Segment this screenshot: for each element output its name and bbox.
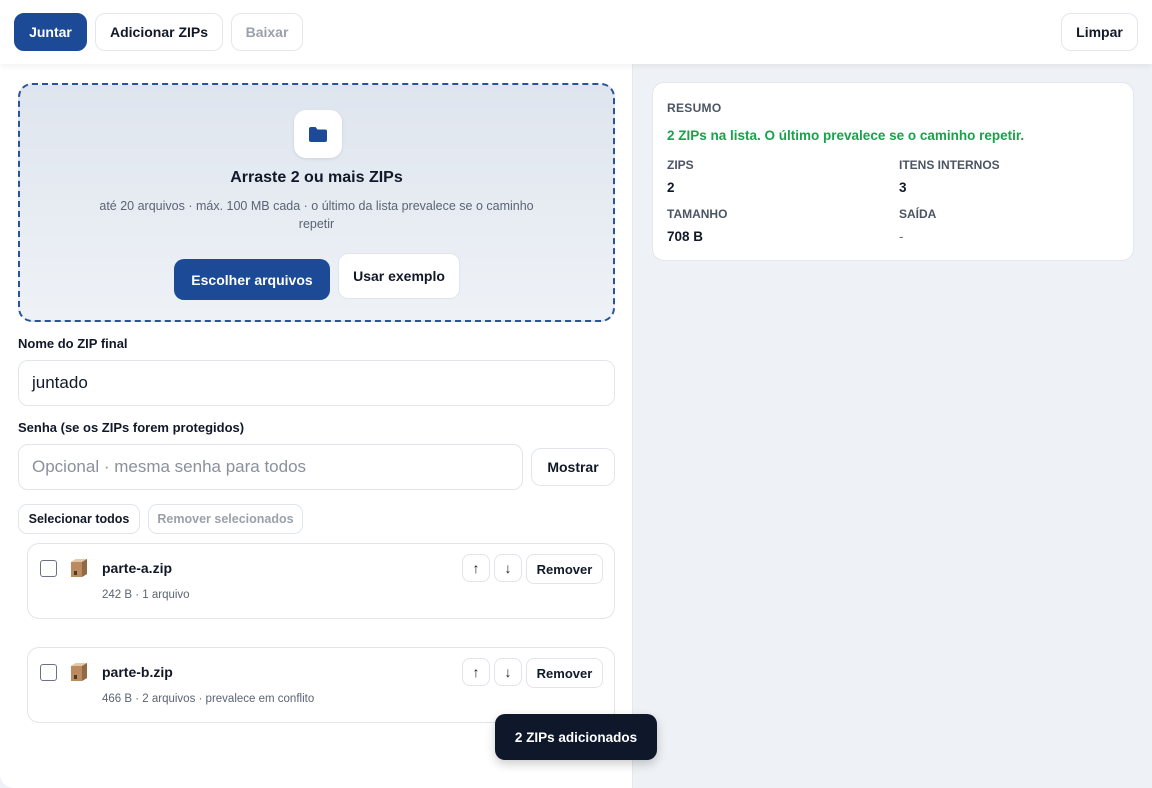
file-row: parte-a.zip 242 B · 1 arquivo ↑ ↓ Remove… — [27, 543, 615, 619]
remove-file-button[interactable]: Remover — [526, 554, 603, 584]
dropzone-title: Arraste 2 ou mais ZIPs — [230, 169, 403, 186]
file-meta: 466 B · 2 arquivos · prevalece em confli… — [102, 693, 315, 705]
remove-file-button[interactable]: Remover — [526, 658, 603, 688]
output-value: - — [899, 229, 904, 244]
move-up-button[interactable]: ↑ — [462, 554, 490, 582]
download-button[interactable]: Baixar — [231, 13, 303, 51]
folder-icon-box — [294, 110, 342, 158]
clear-button[interactable]: Limpar — [1061, 13, 1138, 51]
output-name-input[interactable]: juntado — [18, 360, 615, 406]
output-name-label: Nome do ZIP final — [18, 336, 128, 351]
merge-button[interactable]: Juntar — [14, 13, 87, 51]
file-name: parte-a.zip — [102, 560, 173, 576]
right-panel: RESUMO 2 ZIPs na lista. O último prevale… — [633, 64, 1152, 788]
file-checkbox[interactable] — [40, 664, 57, 681]
dropzone[interactable]: Arraste 2 ou mais ZIPs até 20 arquivos ·… — [18, 83, 615, 322]
move-down-button[interactable]: ↓ — [494, 658, 522, 686]
use-example-button[interactable]: Usar exemplo — [338, 253, 460, 299]
folder-icon — [309, 126, 327, 142]
output-label: SAÍDA — [899, 207, 937, 221]
password-label: Senha (se os ZIPs forem protegidos) — [18, 420, 245, 435]
left-panel: Arraste 2 ou mais ZIPs até 20 arquivos ·… — [0, 64, 633, 788]
summary-status: 2 ZIPs na lista. O último prevalece se o… — [667, 128, 1025, 143]
zip-box-icon — [71, 663, 87, 681]
move-down-button[interactable]: ↓ — [494, 554, 522, 582]
zips-count-label: ZIPS — [667, 158, 694, 172]
zip-box-icon — [71, 559, 87, 577]
select-all-button[interactable]: Selecionar todos — [18, 504, 140, 534]
file-row: parte-b.zip 466 B · 2 arquivos · prevale… — [27, 647, 615, 723]
size-value: 708 B — [667, 229, 704, 244]
summary-heading: RESUMO — [667, 101, 722, 115]
internal-items-label: ITENS INTERNOS — [899, 158, 1000, 172]
internal-items-value: 3 — [899, 180, 907, 195]
dropzone-subtitle: até 20 arquivos · máx. 100 MB cada · o ú… — [99, 199, 534, 231]
zips-count-value: 2 — [667, 180, 675, 195]
file-meta: 242 B · 1 arquivo — [102, 589, 190, 601]
file-checkbox[interactable] — [40, 560, 57, 577]
password-input[interactable]: Opcional · mesma senha para todos — [18, 444, 523, 490]
file-name: parte-b.zip — [102, 664, 173, 680]
add-zips-button[interactable]: Adicionar ZIPs — [95, 13, 223, 51]
toolbar: Juntar Adicionar ZIPs Baixar Limpar — [0, 0, 1152, 64]
summary-card: RESUMO 2 ZIPs na lista. O último prevale… — [652, 82, 1134, 261]
size-label: TAMANHO — [667, 207, 728, 221]
choose-files-button[interactable]: Escolher arquivos — [174, 259, 330, 300]
move-up-button[interactable]: ↑ — [462, 658, 490, 686]
toast-notification: 2 ZIPs adicionados — [495, 714, 657, 760]
remove-selected-button[interactable]: Remover selecionados — [148, 504, 303, 534]
show-password-button[interactable]: Mostrar — [531, 448, 615, 486]
